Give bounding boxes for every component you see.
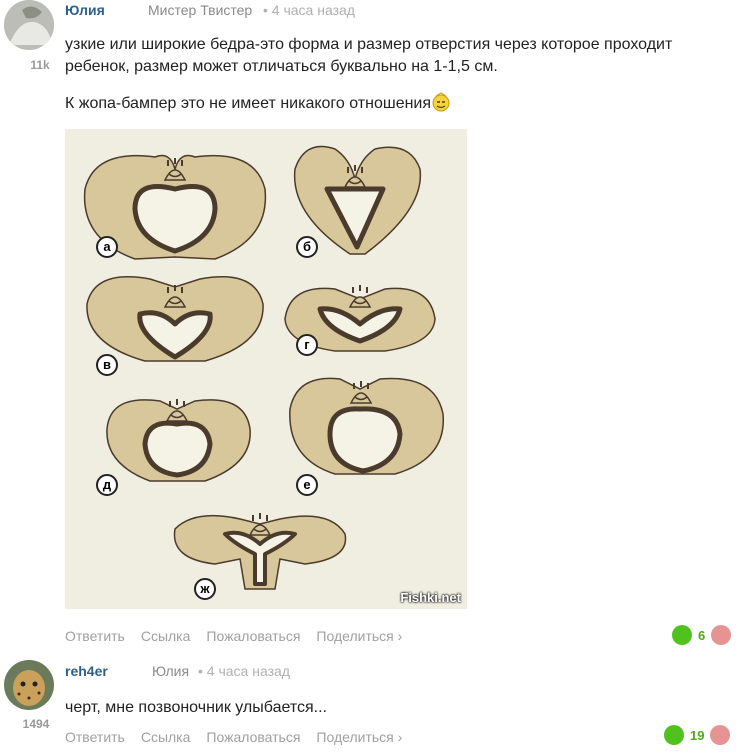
comment-actions: Ответить Ссылка Пожаловаться Поделиться … bbox=[65, 628, 402, 644]
user-rating: 1494 bbox=[22, 717, 50, 731]
upvote-button[interactable] bbox=[664, 725, 684, 745]
report-link[interactable]: Пожаловаться bbox=[206, 628, 300, 644]
figure-label: в bbox=[103, 357, 111, 372]
timestamp[interactable]: • 4 часа назад bbox=[263, 2, 355, 18]
pelvis-illustration: а б в г д е ж bbox=[83, 145, 444, 600]
report-link[interactable]: Пожаловаться bbox=[206, 729, 300, 745]
timestamp[interactable]: • 4 часа назад bbox=[198, 663, 290, 679]
comment-paragraph: К жопа-бампер это не имеет никакого отно… bbox=[65, 92, 725, 115]
user-rating: 11k bbox=[30, 58, 50, 72]
figure-label: д bbox=[103, 477, 112, 492]
vote-score: 6 bbox=[698, 627, 706, 643]
comment-paragraph-text: К жопа-бампер это не имеет никакого отно… bbox=[65, 95, 432, 112]
permalink-link[interactable]: Ссылка bbox=[141, 628, 191, 644]
reply-to-name[interactable]: Юлия bbox=[152, 663, 189, 679]
avatar[interactable] bbox=[4, 660, 54, 710]
avatar[interactable] bbox=[4, 0, 54, 50]
upvote-button[interactable] bbox=[672, 625, 692, 645]
avatar-image bbox=[4, 0, 54, 50]
figure-label: ж bbox=[199, 581, 210, 596]
pelvis-shape-b: б bbox=[293, 145, 422, 258]
pelvis-shape-g: г bbox=[284, 284, 436, 356]
avatar-image bbox=[4, 660, 54, 710]
vote-score: 19 bbox=[690, 727, 705, 743]
downvote-button[interactable] bbox=[710, 725, 731, 745]
pelvis-shape-a: а bbox=[83, 154, 267, 260]
smiley-icon bbox=[432, 92, 450, 112]
comment-paragraph: черт, мне позвоночник улыбается... bbox=[65, 699, 327, 716]
pelvis-shape-d: д bbox=[96, 398, 251, 496]
pelvis-shape-e: е bbox=[289, 377, 444, 496]
vote-widget: 6 bbox=[672, 625, 732, 645]
permalink-link[interactable]: Ссылка bbox=[141, 729, 191, 745]
figure-label: г bbox=[304, 337, 310, 352]
author-name[interactable]: Юлия bbox=[65, 2, 105, 18]
share-link[interactable]: Поделиться › bbox=[316, 729, 402, 745]
pelvis-shapes-image: а б в г д е ж Fishki.net bbox=[65, 129, 467, 609]
reply-to-name[interactable]: Мистер Твистер bbox=[148, 2, 252, 18]
figure-label: а bbox=[103, 239, 111, 254]
watermark: Fishki.net bbox=[400, 590, 461, 605]
comment-paragraph: узкие или широкие бедра-это форма и разм… bbox=[65, 36, 673, 75]
reply-link[interactable]: Ответить bbox=[65, 729, 125, 745]
pelvis-shape-v: в bbox=[86, 276, 264, 376]
share-link[interactable]: Поделиться › bbox=[316, 628, 402, 644]
pelvis-shape-zh: ж bbox=[173, 512, 347, 600]
reply-link[interactable]: Ответить bbox=[65, 628, 125, 644]
author-name[interactable]: reh4er bbox=[65, 663, 108, 679]
figure-label: е bbox=[303, 477, 310, 492]
vote-widget: 19 bbox=[664, 725, 731, 745]
comment-actions: Ответить Ссылка Пожаловаться Поделиться … bbox=[65, 729, 402, 745]
downvote-button[interactable] bbox=[711, 625, 732, 645]
figure-label: б bbox=[303, 239, 311, 254]
